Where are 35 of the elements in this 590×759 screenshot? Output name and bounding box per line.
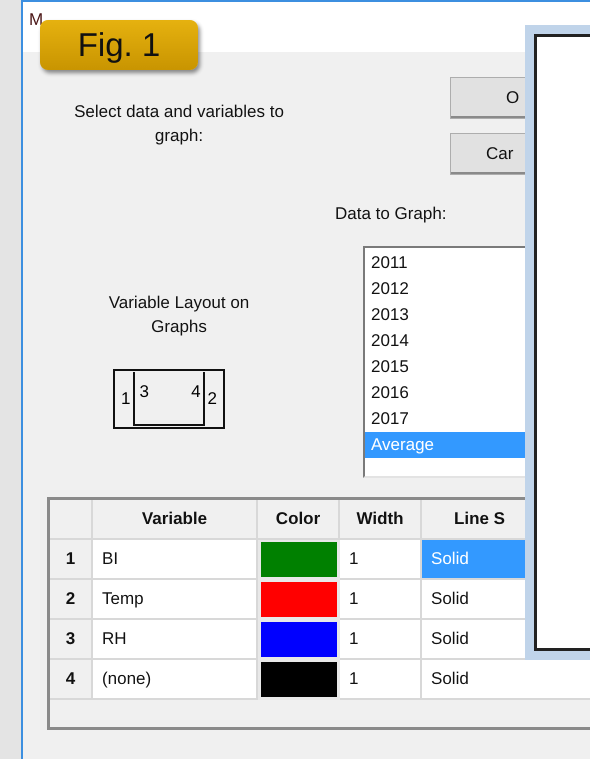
row-number: 2 [50,580,93,620]
list-item[interactable]: 2012 [365,276,525,302]
list-item[interactable]: 2013 [365,302,525,328]
row-number: 3 [50,620,93,660]
table-cell: 1 [340,580,422,620]
table-cell: 1 [340,620,422,660]
table-cell: 1 [340,660,422,700]
dialog-button[interactable]: Car [450,133,527,175]
row-number: 4 [50,660,93,700]
list-item[interactable]: 2015 [365,354,525,380]
instruction-text: Select data and variables to graph: [73,101,285,147]
data-label: Data to Graph: [335,203,448,225]
list-item[interactable]: 2016 [365,380,525,406]
color-swatch[interactable] [258,660,340,700]
layout-label: Variable Layout on Graphs [108,292,250,338]
table-cell: BI [93,540,258,580]
table-cell: (none) [93,660,258,700]
column-header: Width [340,500,422,540]
list-item[interactable]: 2017 [365,406,525,432]
table-cell[interactable]: Solid [422,660,590,700]
column-header: Color [258,500,340,540]
table-cell: Temp [93,580,258,620]
list-item[interactable]: 2014 [365,328,525,354]
column-header: Variable [93,500,258,540]
dialog-button[interactable]: O [450,77,527,119]
data-list[interactable]: 2011 2012 2013 2014 2015 2016 2017 Average [363,246,525,478]
color-swatch[interactable] [258,540,340,580]
list-item[interactable]: 2011 [365,250,525,276]
table-cell: RH [93,620,258,660]
corner-cell [50,500,93,540]
color-swatch[interactable] [258,580,340,620]
layout-diagram: 1 3 4 2 [113,369,225,429]
row-number: 1 [50,540,93,580]
table-cell: 1 [340,540,422,580]
color-swatch[interactable] [258,620,340,660]
